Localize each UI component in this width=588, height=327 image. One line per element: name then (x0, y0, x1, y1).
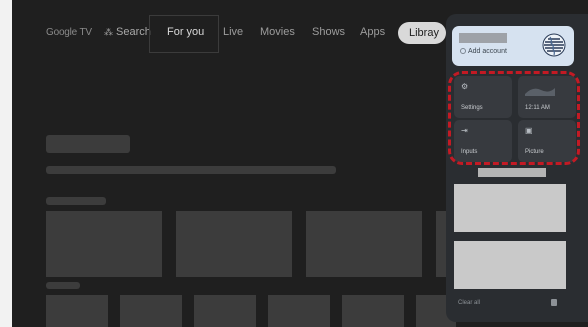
tile-picture-label: Picture (525, 149, 544, 155)
tile-inputs-label: Inputs (461, 149, 478, 155)
add-circle-icon (460, 48, 466, 54)
globe-avatar-icon (542, 33, 566, 57)
card-placeholder[interactable] (46, 295, 108, 327)
add-account-label: Add account (468, 48, 507, 55)
tab-apps[interactable]: Apps (360, 26, 385, 38)
clock-icon (525, 88, 555, 96)
card-placeholder[interactable] (176, 211, 292, 277)
row-heading-placeholder (46, 282, 80, 289)
title-placeholder (46, 135, 130, 153)
section-heading-placeholder (478, 168, 546, 177)
gear-icon: ⚙ (461, 82, 469, 91)
tab-movies[interactable]: Movies (260, 26, 295, 38)
tile-clock-label: 12:11 AM (525, 105, 550, 111)
card-placeholder[interactable] (46, 211, 162, 277)
google-tv-logo: Google TV (46, 27, 92, 38)
clear-all-button[interactable]: Clear all (458, 300, 480, 306)
card-placeholder[interactable] (306, 211, 422, 277)
card-placeholder[interactable] (342, 295, 404, 327)
card-placeholder[interactable] (194, 295, 256, 327)
input-icon: ⇥ (461, 126, 468, 135)
notification-card[interactable] (454, 241, 566, 289)
account-name-placeholder (459, 33, 507, 43)
add-account-button[interactable]: Add account (460, 48, 507, 55)
tile-settings-label: Settings (461, 105, 483, 111)
card-placeholder[interactable] (268, 295, 330, 327)
card-placeholder[interactable] (120, 295, 182, 327)
tab-library[interactable]: Libray (398, 22, 446, 44)
subtitle-placeholder (46, 166, 336, 174)
search-icon: ⁂ (104, 27, 113, 37)
search-label: Search (116, 26, 151, 38)
row-heading-placeholder (46, 197, 106, 205)
notification-card[interactable] (454, 184, 566, 232)
tile-clock[interactable]: 12:11 AM (518, 76, 576, 118)
quick-settings-panel: Add account ⚙ Settings 12:11 AM ⇥ Inputs… (446, 14, 588, 322)
tile-settings[interactable]: ⚙ Settings (454, 76, 512, 118)
tab-shows[interactable]: Shows (312, 26, 345, 38)
tv-screen: Google TV ⁂ Search For you Live Movies Sh… (12, 0, 588, 327)
search-tab[interactable]: ⁂ Search (104, 26, 151, 38)
picture-icon: ▣ (525, 126, 533, 135)
tile-inputs[interactable]: ⇥ Inputs (454, 120, 512, 162)
tile-picture[interactable]: ▣ Picture (518, 120, 576, 162)
tab-live[interactable]: Live (223, 26, 243, 38)
account-card[interactable]: Add account (452, 26, 574, 66)
trash-icon[interactable] (551, 299, 557, 306)
tab-for-you[interactable]: For you (167, 26, 204, 38)
